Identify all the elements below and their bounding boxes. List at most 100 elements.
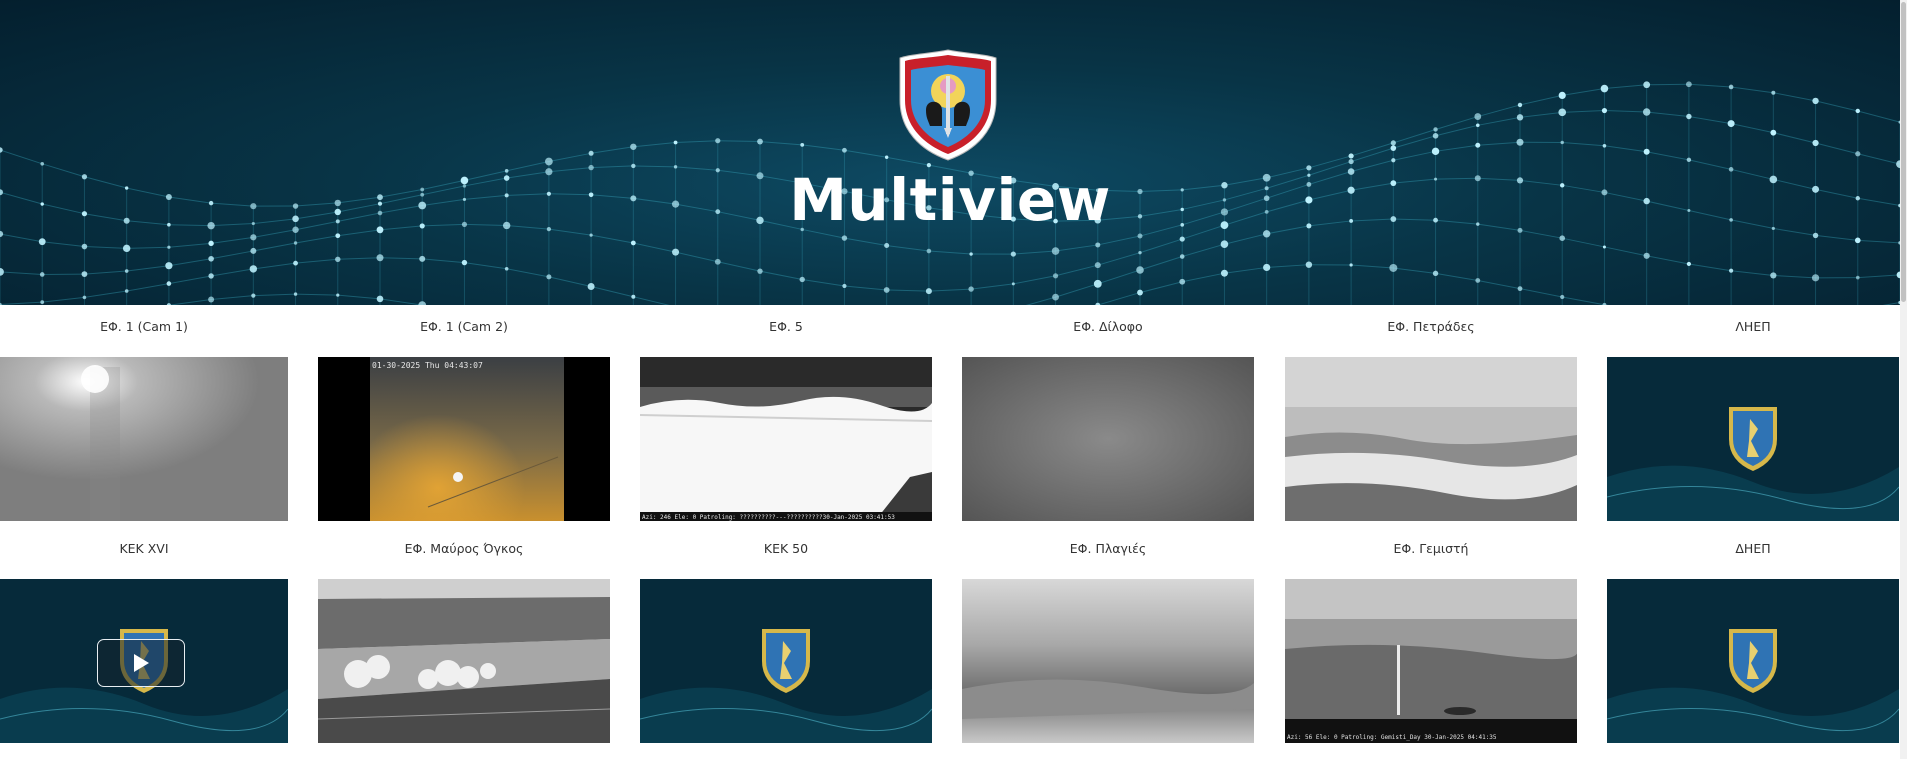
- mesh-line: [1688, 116, 1732, 125]
- mesh-node: [335, 256, 341, 262]
- mesh-node: [39, 272, 45, 277]
- camera-feed[interactable]: [1607, 579, 1899, 743]
- camera-tile[interactable]: ΕΦ. 5 Azi: 246 Ele: 0 Patroling: ???????…: [640, 319, 932, 521]
- mesh-line: [1025, 296, 1056, 305]
- play-button[interactable]: [97, 639, 185, 687]
- camera-tile[interactable]: ΕΦ. 1 (Cam 2) 01-30-2025 Thu 04:43:07: [318, 319, 610, 521]
- mesh-line: [0, 233, 43, 243]
- mesh-line: [253, 242, 296, 252]
- mesh-node: [800, 142, 805, 147]
- camera-tile[interactable]: ΕΦ. Πλαγιές: [962, 541, 1254, 743]
- mesh-line: [1562, 296, 1605, 305]
- mesh-line: [717, 140, 761, 143]
- mesh-node: [1602, 302, 1607, 305]
- mesh-line: [1857, 153, 1900, 165]
- camera-tile[interactable]: ΚΕΚ XVI: [0, 541, 288, 743]
- mesh-node: [1855, 151, 1861, 157]
- camera-label: ΕΦ. 5: [769, 319, 803, 334]
- mesh-node: [1558, 108, 1567, 117]
- mesh-line: [379, 298, 423, 305]
- mesh-node: [1220, 269, 1228, 277]
- mesh-node: [1474, 113, 1482, 120]
- camera-tile[interactable]: ΕΦ. Μαύρος Όγκος: [318, 541, 610, 743]
- mesh-line: [1182, 243, 1225, 257]
- mesh-node: [1558, 91, 1566, 100]
- mesh-line: [1477, 141, 1521, 146]
- camera-feed[interactable]: [1607, 357, 1899, 521]
- mesh-node: [0, 302, 2, 305]
- mesh-node: [673, 140, 678, 145]
- mesh-node: [1051, 247, 1060, 255]
- mesh-node: [293, 260, 298, 266]
- mesh-node: [81, 271, 88, 277]
- mesh-node: [884, 243, 890, 249]
- mesh-line: [1393, 150, 1436, 161]
- mesh-line: [886, 245, 929, 252]
- mesh-line: [802, 278, 845, 287]
- mesh-node: [1348, 158, 1354, 165]
- camera-feed[interactable]: [318, 579, 610, 743]
- mesh-node: [1643, 81, 1651, 89]
- mesh-line: [633, 141, 676, 148]
- mesh-node: [1136, 266, 1144, 274]
- camera-tile[interactable]: ΕΦ. Γεμιστή Azi: 56 Ele: 0 Patroling: Ge…: [1285, 541, 1577, 743]
- mesh-node: [336, 293, 340, 297]
- mesh-node: [841, 235, 848, 241]
- mesh-line: [295, 293, 338, 296]
- mesh-line: [1857, 274, 1900, 279]
- mesh-node: [1601, 107, 1608, 114]
- mesh-line: [1393, 129, 1436, 144]
- camera-feed[interactable]: 01-30-2025 Thu 04:43:07: [318, 357, 610, 521]
- mesh-node: [1602, 143, 1607, 148]
- camera-feed[interactable]: Azi: 246 Ele: 0 Patroling: ??????????---…: [640, 357, 932, 521]
- mesh-node: [376, 295, 384, 303]
- mesh-line: [1646, 255, 1689, 265]
- camera-feed[interactable]: [962, 357, 1254, 521]
- mesh-node: [166, 303, 171, 305]
- video-frame: [1285, 357, 1577, 521]
- camera-feed[interactable]: [962, 579, 1254, 743]
- video-frame: 01-30-2025 Thu 04:43:07: [318, 357, 610, 521]
- mesh-node: [884, 155, 889, 159]
- camera-feed[interactable]: [1285, 357, 1577, 521]
- camera-feed[interactable]: Azi: 56 Ele: 0 Patroling: Gemisti_Day 30…: [1285, 579, 1577, 743]
- video-status-overlay: Azi: 246 Ele: 0 Patroling: ??????????---…: [642, 514, 895, 521]
- mesh-line: [1351, 264, 1394, 269]
- scrollbar-thumb[interactable]: [1901, 2, 1906, 302]
- play-icon: [134, 654, 149, 672]
- camera-tile[interactable]: ΔΗΕΠ: [1607, 541, 1899, 743]
- mesh-line: [1882, 302, 1900, 305]
- page-title: Multiview: [789, 166, 1111, 234]
- camera-tile[interactable]: ΛΗΕΠ: [1607, 319, 1899, 521]
- mesh-line: [1731, 270, 1774, 276]
- mesh-node: [1095, 242, 1101, 248]
- mesh-node: [1137, 289, 1143, 296]
- mesh-node: [630, 240, 636, 246]
- camera-tile[interactable]: ΕΦ. Δίλοφο: [962, 319, 1254, 521]
- vertical-scrollbar[interactable]: [1900, 0, 1907, 759]
- camera-tile[interactable]: ΕΦ. Πετράδες: [1285, 319, 1577, 521]
- mesh-line: [506, 268, 549, 278]
- video-frame: [318, 579, 610, 743]
- mesh-line: [1350, 147, 1394, 163]
- mesh-line: [1224, 233, 1267, 245]
- mesh-node: [0, 147, 3, 153]
- camera-feed[interactable]: [0, 357, 288, 521]
- mesh-line: [1688, 263, 1732, 272]
- mesh-node: [293, 292, 298, 296]
- mesh-node: [587, 282, 595, 290]
- mesh-line: [337, 257, 381, 260]
- mesh-node: [842, 283, 847, 289]
- camera-label: ΔΗΕΠ: [1735, 541, 1771, 556]
- mesh-node: [124, 289, 129, 293]
- mesh-node: [335, 233, 341, 239]
- mesh-line: [1519, 94, 1563, 106]
- mesh-line: [42, 296, 85, 303]
- mesh-line: [717, 261, 761, 272]
- mesh-line: [802, 144, 845, 151]
- mesh-node: [1771, 90, 1776, 95]
- mesh-line: [126, 246, 169, 249]
- camera-tile[interactable]: ΕΦ. 1 (Cam 1): [0, 319, 288, 521]
- camera-feed[interactable]: [640, 579, 932, 743]
- camera-tile[interactable]: ΚΕΚ 50: [640, 541, 932, 743]
